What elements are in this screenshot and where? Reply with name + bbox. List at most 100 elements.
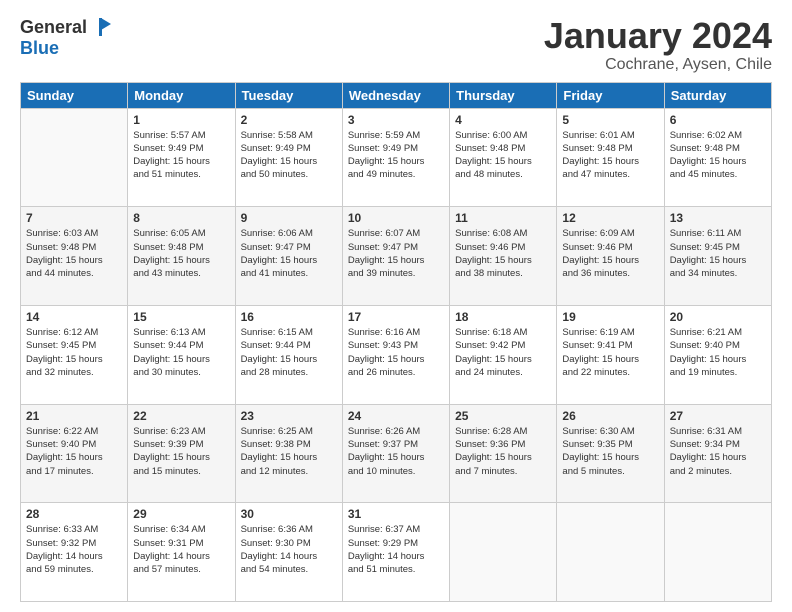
calendar-day-cell: 12 Sunrise: 6:09 AM Sunset: 9:46 PM Dayli… (557, 207, 664, 306)
day-info: Sunrise: 5:57 AM Sunset: 9:49 PM Dayligh… (133, 129, 229, 182)
day-info: Sunrise: 6:23 AM Sunset: 9:39 PM Dayligh… (133, 425, 229, 478)
day-info: Sunrise: 6:31 AM Sunset: 9:34 PM Dayligh… (670, 425, 766, 478)
day-number: 23 (241, 409, 337, 423)
calendar-day-cell: 14 Sunrise: 6:12 AM Sunset: 9:45 PM Dayli… (21, 305, 128, 404)
day-number: 8 (133, 211, 229, 225)
calendar-day-cell: 25 Sunrise: 6:28 AM Sunset: 9:36 PM Dayli… (450, 404, 557, 503)
calendar-day-cell: 27 Sunrise: 6:31 AM Sunset: 9:34 PM Dayli… (664, 404, 771, 503)
calendar-day-cell: 2Sunrise: 5:58 AM Sunset: 9:49 PM Daylig… (235, 108, 342, 207)
day-number: 9 (241, 211, 337, 225)
calendar-week-row: 28 Sunrise: 6:33 AM Sunset: 9:32 PM Dayli… (21, 503, 772, 602)
day-number: 13 (670, 211, 766, 225)
day-info: Sunrise: 6:08 AM Sunset: 9:46 PM Dayligh… (455, 227, 551, 280)
day-number: 25 (455, 409, 551, 423)
day-number: 11 (455, 211, 551, 225)
header: General Blue January 2024 Cochrane, Ayse… (20, 16, 772, 74)
calendar-day-cell (664, 503, 771, 602)
day-info: Sunrise: 6:33 AM Sunset: 9:32 PM Dayligh… (26, 523, 122, 576)
day-info: Sunrise: 6:28 AM Sunset: 9:36 PM Dayligh… (455, 425, 551, 478)
calendar-day-cell: 3 Sunrise: 5:59 AM Sunset: 9:49 PM Daylig… (342, 108, 449, 207)
calendar-day-cell (450, 503, 557, 602)
calendar-day-cell: 30Sunrise: 6:36 AM Sunset: 9:30 PM Dayli… (235, 503, 342, 602)
day-number: 7 (26, 211, 122, 225)
day-info: Sunrise: 6:18 AM Sunset: 9:42 PM Dayligh… (455, 326, 551, 379)
calendar-day-cell: 11 Sunrise: 6:08 AM Sunset: 9:46 PM Dayli… (450, 207, 557, 306)
calendar-table: SundayMondayTuesdayWednesdayThursdayFrid… (20, 82, 772, 602)
day-number: 18 (455, 310, 551, 324)
calendar-day-cell: 31 Sunrise: 6:37 AM Sunset: 9:29 PM Dayli… (342, 503, 449, 602)
day-number: 24 (348, 409, 444, 423)
day-info: Sunrise: 6:21 AM Sunset: 9:40 PM Dayligh… (670, 326, 766, 379)
day-number: 26 (562, 409, 658, 423)
calendar-day-cell (21, 108, 128, 207)
calendar-day-cell: 1Sunrise: 5:57 AM Sunset: 9:49 PM Daylig… (128, 108, 235, 207)
day-number: 3 (348, 113, 444, 127)
calendar-day-header: Tuesday (235, 82, 342, 108)
day-number: 12 (562, 211, 658, 225)
calendar-day-cell: 18 Sunrise: 6:18 AM Sunset: 9:42 PM Dayli… (450, 305, 557, 404)
day-info: Sunrise: 6:02 AM Sunset: 9:48 PM Dayligh… (670, 129, 766, 182)
day-number: 4 (455, 113, 551, 127)
calendar-day-cell: 24Sunrise: 6:26 AM Sunset: 9:37 PM Dayli… (342, 404, 449, 503)
day-info: Sunrise: 6:37 AM Sunset: 9:29 PM Dayligh… (348, 523, 444, 576)
location: Cochrane, Aysen, Chile (544, 56, 772, 74)
calendar-day-cell: 23 Sunrise: 6:25 AM Sunset: 9:38 PM Dayli… (235, 404, 342, 503)
day-number: 21 (26, 409, 122, 423)
day-number: 15 (133, 310, 229, 324)
calendar-week-row: 1Sunrise: 5:57 AM Sunset: 9:49 PM Daylig… (21, 108, 772, 207)
calendar-day-header: Thursday (450, 82, 557, 108)
calendar-day-cell: 22 Sunrise: 6:23 AM Sunset: 9:39 PM Dayli… (128, 404, 235, 503)
calendar-day-header: Wednesday (342, 82, 449, 108)
day-number: 31 (348, 507, 444, 521)
day-info: Sunrise: 6:00 AM Sunset: 9:48 PM Dayligh… (455, 129, 551, 182)
calendar-day-cell: 8Sunrise: 6:05 AM Sunset: 9:48 PM Daylig… (128, 207, 235, 306)
calendar-day-cell: 5 Sunrise: 6:01 AM Sunset: 9:48 PM Daylig… (557, 108, 664, 207)
calendar-day-cell (557, 503, 664, 602)
month-title: January 2024 (544, 16, 772, 56)
calendar-day-cell: 4 Sunrise: 6:00 AM Sunset: 9:48 PM Daylig… (450, 108, 557, 207)
day-number: 2 (241, 113, 337, 127)
day-info: Sunrise: 6:07 AM Sunset: 9:47 PM Dayligh… (348, 227, 444, 280)
day-number: 30 (241, 507, 337, 521)
day-info: Sunrise: 6:06 AM Sunset: 9:47 PM Dayligh… (241, 227, 337, 280)
day-number: 20 (670, 310, 766, 324)
day-info: Sunrise: 6:19 AM Sunset: 9:41 PM Dayligh… (562, 326, 658, 379)
day-number: 28 (26, 507, 122, 521)
logo: General Blue (20, 16, 111, 59)
calendar-day-cell: 19 Sunrise: 6:19 AM Sunset: 9:41 PM Dayli… (557, 305, 664, 404)
day-info: Sunrise: 6:03 AM Sunset: 9:48 PM Dayligh… (26, 227, 122, 280)
calendar-day-cell: 17Sunrise: 6:16 AM Sunset: 9:43 PM Dayli… (342, 305, 449, 404)
day-info: Sunrise: 6:09 AM Sunset: 9:46 PM Dayligh… (562, 227, 658, 280)
day-number: 22 (133, 409, 229, 423)
day-info: Sunrise: 6:15 AM Sunset: 9:44 PM Dayligh… (241, 326, 337, 379)
day-number: 27 (670, 409, 766, 423)
day-number: 5 (562, 113, 658, 127)
logo-general-text: General (20, 17, 87, 38)
page: General Blue January 2024 Cochrane, Ayse… (0, 0, 792, 612)
day-info: Sunrise: 6:12 AM Sunset: 9:45 PM Dayligh… (26, 326, 122, 379)
calendar-day-header: Friday (557, 82, 664, 108)
day-number: 14 (26, 310, 122, 324)
day-info: Sunrise: 6:34 AM Sunset: 9:31 PM Dayligh… (133, 523, 229, 576)
day-info: Sunrise: 6:22 AM Sunset: 9:40 PM Dayligh… (26, 425, 122, 478)
day-info: Sunrise: 5:59 AM Sunset: 9:49 PM Dayligh… (348, 129, 444, 182)
day-info: Sunrise: 6:01 AM Sunset: 9:48 PM Dayligh… (562, 129, 658, 182)
logo-blue-text: Blue (20, 38, 59, 59)
day-info: Sunrise: 6:30 AM Sunset: 9:35 PM Dayligh… (562, 425, 658, 478)
calendar-day-cell: 21 Sunrise: 6:22 AM Sunset: 9:40 PM Dayli… (21, 404, 128, 503)
calendar-day-cell: 7 Sunrise: 6:03 AM Sunset: 9:48 PM Daylig… (21, 207, 128, 306)
calendar-day-header: Monday (128, 82, 235, 108)
day-info: Sunrise: 6:25 AM Sunset: 9:38 PM Dayligh… (241, 425, 337, 478)
calendar-day-cell: 15Sunrise: 6:13 AM Sunset: 9:44 PM Dayli… (128, 305, 235, 404)
day-number: 10 (348, 211, 444, 225)
calendar-header-row: SundayMondayTuesdayWednesdayThursdayFrid… (21, 82, 772, 108)
title-section: January 2024 Cochrane, Aysen, Chile (544, 16, 772, 74)
day-number: 16 (241, 310, 337, 324)
calendar-day-cell: 20 Sunrise: 6:21 AM Sunset: 9:40 PM Dayli… (664, 305, 771, 404)
logo-flag-icon (89, 16, 111, 38)
day-info: Sunrise: 6:11 AM Sunset: 9:45 PM Dayligh… (670, 227, 766, 280)
day-number: 19 (562, 310, 658, 324)
calendar-week-row: 21 Sunrise: 6:22 AM Sunset: 9:40 PM Dayli… (21, 404, 772, 503)
calendar-day-cell: 9 Sunrise: 6:06 AM Sunset: 9:47 PM Daylig… (235, 207, 342, 306)
calendar-day-header: Sunday (21, 82, 128, 108)
